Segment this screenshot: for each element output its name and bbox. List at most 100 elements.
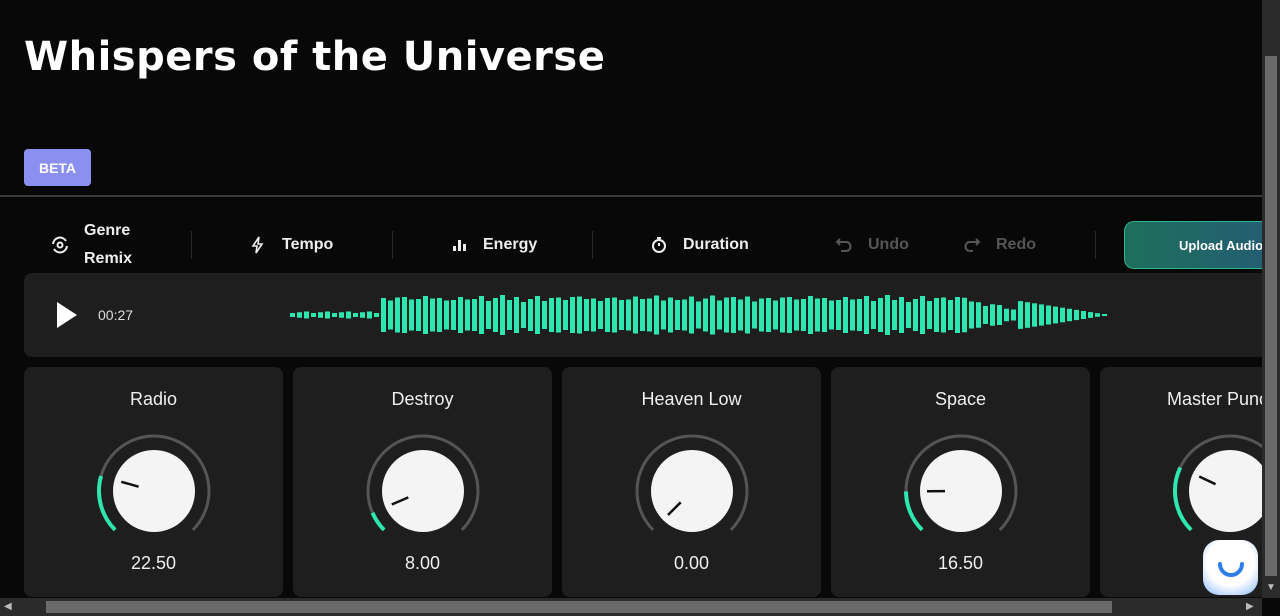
vertical-scroll-thumb[interactable]: [1265, 56, 1277, 576]
waveform-bar: [493, 298, 498, 332]
waveform-bar: [668, 297, 673, 333]
waveform-bar: [430, 298, 435, 332]
waveform-bar: [703, 298, 708, 332]
undo-button[interactable]: Undo: [834, 218, 909, 272]
waveform-bar: [780, 297, 785, 333]
play-button[interactable]: [56, 302, 78, 328]
help-chat-button[interactable]: [1203, 540, 1258, 595]
beta-badge: BETA: [24, 149, 91, 186]
waveform-bar: [990, 304, 995, 326]
waveform-bar: [794, 299, 799, 331]
waveform-bar: [1004, 308, 1009, 322]
waveform-bar: [556, 297, 561, 333]
knob-label: Heaven Low: [641, 389, 742, 409]
waveform-bar: [465, 299, 470, 331]
waveform-bar: [311, 313, 316, 317]
waveform-bar: [444, 300, 449, 330]
waveform-bar: [913, 299, 918, 331]
waveform-bar: [570, 297, 575, 333]
audio-player: 00:27: [24, 273, 1262, 357]
tempo-button[interactable]: Tempo: [248, 218, 333, 272]
horizontal-scrollbar[interactable]: ◀ ▶: [0, 598, 1262, 616]
redo-button[interactable]: Redo: [962, 218, 1036, 272]
knob-label: Radio: [129, 389, 178, 409]
waveform-bar: [871, 301, 876, 329]
knob-label: Space: [934, 389, 987, 409]
vertical-scrollbar[interactable]: ▼: [1262, 0, 1280, 598]
energy-button[interactable]: Energy: [449, 218, 537, 272]
waveform-bar: [850, 299, 855, 331]
separator: [592, 231, 593, 259]
waveform-bar: [1074, 309, 1079, 321]
knob-card: Radio 22.50: [24, 367, 283, 597]
waveform-bar: [689, 296, 694, 334]
waveform-bar: [1025, 302, 1030, 328]
waveform-bar: [815, 298, 820, 332]
waveform-bar: [472, 299, 477, 331]
waveform-bar: [633, 296, 638, 334]
waveform-bar: [857, 299, 862, 331]
waveform-bar: [360, 312, 365, 318]
waveform-bar: [479, 296, 484, 334]
waveform-bar: [822, 298, 827, 332]
knob[interactable]: [901, 431, 1021, 551]
scroll-down-arrow[interactable]: ▼: [1266, 582, 1276, 593]
knob[interactable]: [94, 431, 214, 551]
waveform-bar: [927, 301, 932, 329]
waveform-bar: [339, 312, 344, 318]
waveform-bar: [549, 298, 554, 332]
timer-icon: [652, 237, 666, 253]
undo-label: Undo: [868, 236, 909, 253]
waveform-bar: [1088, 312, 1093, 318]
divider: [0, 195, 1262, 197]
waveform-bar: [332, 313, 337, 317]
waveform-bar: [654, 295, 659, 335]
upload-audio-button[interactable]: Upload Audio: [1124, 221, 1263, 269]
playback-time: 00:27: [98, 307, 134, 323]
waveform-bar: [290, 313, 295, 317]
waveform-bar: [318, 312, 323, 318]
waveform-bar: [892, 300, 897, 330]
redo-label: Redo: [996, 236, 1036, 253]
waveform-bar: [1102, 314, 1107, 316]
waveform-bar: [997, 305, 1002, 325]
waveform-bar: [640, 299, 645, 331]
waveform-bar: [612, 297, 617, 333]
waveform-bar: [864, 296, 869, 334]
waveform-bar: [801, 299, 806, 331]
waveform-bar: [885, 295, 890, 335]
waveform-bar: [535, 296, 540, 334]
waveform-bar: [521, 302, 526, 328]
waveform-bar: [346, 311, 351, 319]
waveform-bar: [1046, 305, 1051, 325]
scroll-left-arrow[interactable]: ◀: [4, 601, 12, 612]
knob-value: 8.00: [404, 553, 441, 573]
knob[interactable]: [363, 431, 483, 551]
separator: [392, 231, 393, 259]
waveform-bar: [409, 299, 414, 331]
waveform-bar: [1067, 308, 1072, 322]
waveform-bar: [724, 297, 729, 333]
waveform-bar: [1053, 306, 1058, 324]
waveform-bar: [1039, 304, 1044, 326]
waveform-bar: [528, 299, 533, 331]
duration-button[interactable]: Duration: [649, 218, 749, 272]
waveform-bar: [1095, 313, 1100, 317]
waveform-bar: [878, 298, 883, 332]
waveform-bar: [962, 297, 967, 333]
waveform-bar: [591, 298, 596, 332]
waveform-bar: [458, 297, 463, 333]
waveform-bar: [451, 300, 456, 330]
waveform-bar: [388, 300, 393, 330]
waveform-bar: [759, 298, 764, 332]
knob[interactable]: [1170, 431, 1262, 551]
separator: [1095, 231, 1096, 259]
scroll-right-arrow[interactable]: ▶: [1246, 601, 1254, 612]
knob[interactable]: [632, 431, 752, 551]
genre-remix-button[interactable]: Genre Remix: [50, 218, 132, 272]
waveform[interactable]: [290, 273, 1150, 357]
separator: [191, 231, 192, 259]
horizontal-scroll-thumb[interactable]: [46, 601, 1112, 613]
waveform-bar: [304, 311, 309, 319]
waveform-bar: [353, 313, 358, 317]
